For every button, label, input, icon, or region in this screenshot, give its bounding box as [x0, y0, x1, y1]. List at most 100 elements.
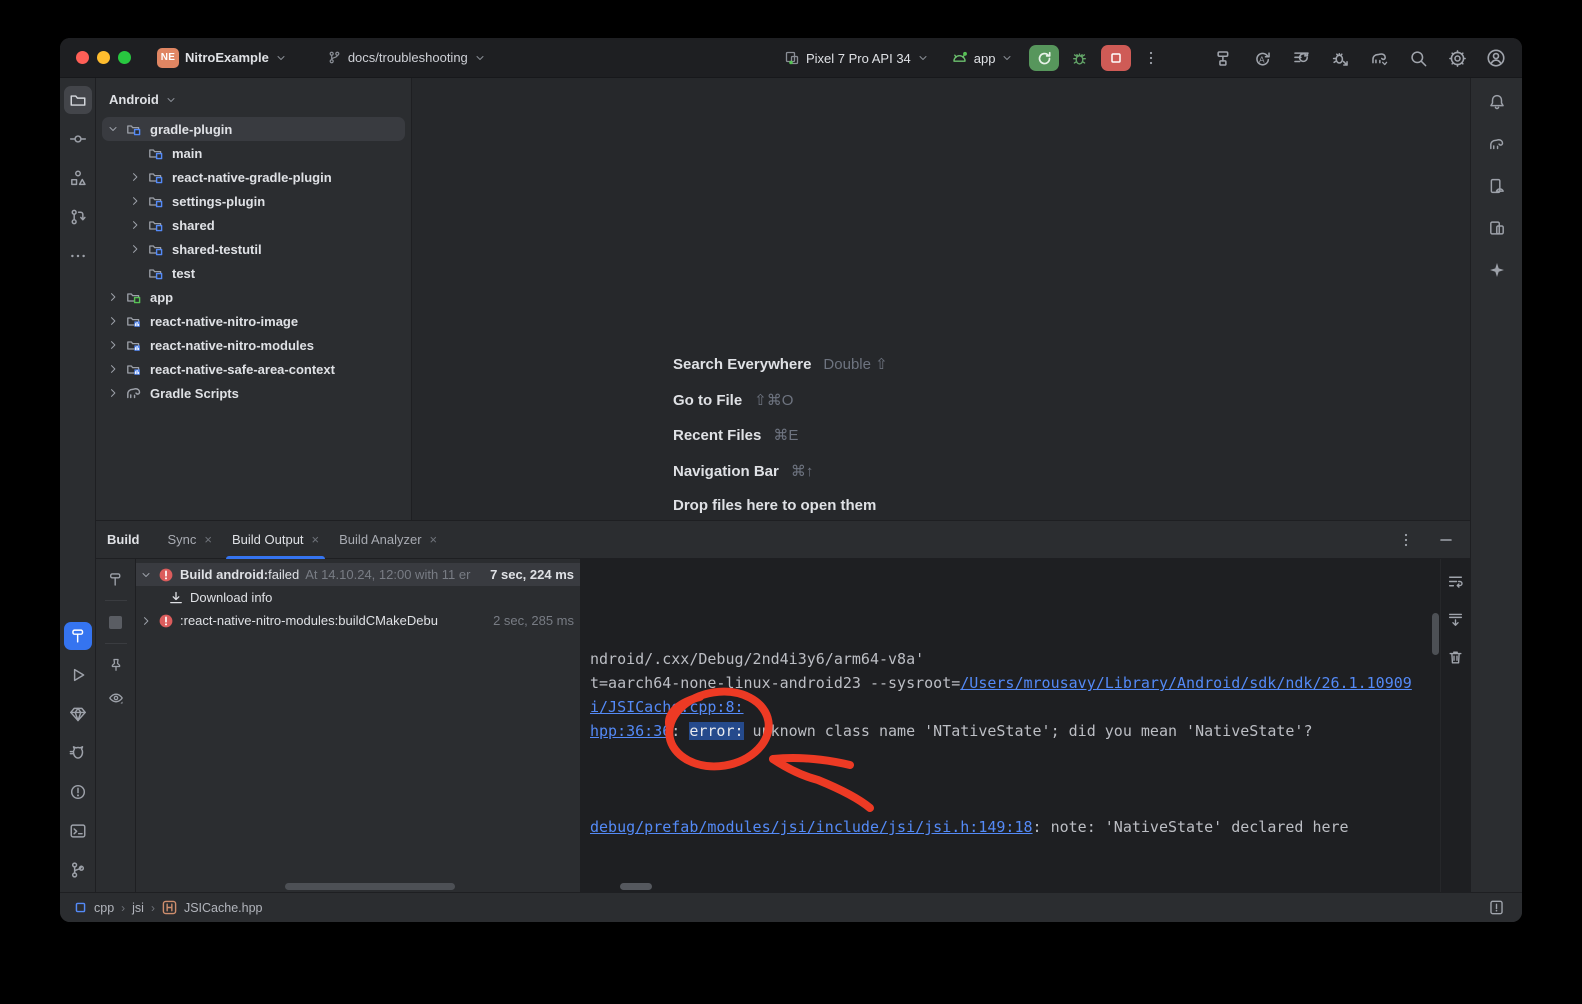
chevron-right-icon[interactable] [102, 387, 124, 399]
clear-all-icon[interactable] [1444, 645, 1468, 669]
tree-horizontal-scrollbar[interactable] [285, 883, 455, 890]
module-folder-icon [146, 241, 166, 257]
android-icon [951, 50, 968, 67]
search-icon[interactable] [1406, 46, 1430, 70]
close-tab-icon[interactable]: × [430, 532, 438, 547]
notifications-bell-icon[interactable] [1483, 88, 1511, 116]
tab-build-output[interactable]: Build Output× [222, 521, 329, 559]
tree-item-main[interactable]: main [102, 141, 405, 165]
commit-icon[interactable] [64, 125, 92, 153]
tree-item-react-native-nitro-image[interactable]: react-native-nitro-image [102, 309, 405, 333]
close-tab-icon[interactable]: × [204, 532, 212, 547]
gradle-sync-icon[interactable] [1367, 46, 1391, 70]
tree-item-app[interactable]: app [102, 285, 405, 309]
tree-item-shared[interactable]: shared [102, 213, 405, 237]
tree-item-react-native-gradle-plugin[interactable]: react-native-gradle-plugin [102, 165, 405, 189]
chevron-right-icon[interactable] [102, 291, 124, 303]
settings-icon[interactable] [1445, 46, 1469, 70]
logcat-icon[interactable] [64, 739, 92, 767]
branch-widget[interactable]: docs/troubleshooting [327, 50, 486, 65]
tab-sync[interactable]: Sync× [158, 521, 223, 559]
tree-item-react-native-safe-area-context[interactable]: react-native-safe-area-context [102, 357, 405, 381]
terminal-icon[interactable] [64, 817, 92, 845]
run-config-selector[interactable]: app [951, 50, 1014, 67]
console-link[interactable]: debug/prefab/modules/jsi/include/jsi/jsi… [590, 818, 1033, 836]
console-link[interactable]: hpp:36:36 [590, 722, 671, 740]
pin-icon[interactable] [104, 653, 128, 677]
minimize-window-button[interactable] [97, 51, 110, 64]
close-tab-icon[interactable]: × [312, 532, 320, 547]
module-folder-icon [124, 121, 144, 137]
chevron-down-icon[interactable] [102, 123, 124, 135]
account-icon[interactable] [1484, 46, 1508, 70]
chevron-down-icon[interactable] [136, 569, 156, 581]
stop-app-button[interactable] [1101, 45, 1131, 71]
debug-app-button[interactable] [1067, 46, 1091, 70]
build-tree-row[interactable]: Build android: failedAt 14.10.24, 12:00 … [136, 563, 580, 586]
tree-item-settings-plugin[interactable]: settings-plugin [102, 189, 405, 213]
chevron-down-icon [474, 52, 486, 64]
problems-icon[interactable] [64, 778, 92, 806]
running-devices-icon[interactable] [1483, 214, 1511, 242]
chevron-right-icon[interactable] [102, 339, 124, 351]
scroll-to-end-icon[interactable] [1444, 607, 1468, 631]
module-folder-icon [146, 193, 166, 209]
device-selector[interactable]: Pixel 7 Pro API 34 [784, 50, 929, 66]
gradle-icon[interactable] [1483, 130, 1511, 158]
project-view-selector[interactable]: Android [96, 88, 411, 117]
more-options-icon[interactable] [1394, 528, 1418, 552]
project-widget[interactable]: NE NitroExample [157, 48, 287, 68]
breadcrumb-item[interactable]: JSICache.hpp [184, 901, 263, 915]
pull-requests-icon[interactable] [64, 203, 92, 231]
zoom-window-button[interactable] [118, 51, 131, 64]
chevron-right-icon[interactable] [124, 171, 146, 183]
tree-item-gradle-plugin[interactable]: gradle-plugin [102, 117, 405, 141]
rerun-app-button[interactable] [1029, 45, 1059, 71]
build-icon[interactable] [64, 622, 92, 650]
apply-changes-icon[interactable]: A [1250, 46, 1274, 70]
tree-item-test[interactable]: test [102, 261, 405, 285]
project-folder-icon[interactable] [64, 86, 92, 114]
build-tree-row[interactable]: :react-native-nitro-modules:buildCMakeDe… [136, 609, 580, 632]
run-icon[interactable] [64, 661, 92, 689]
hint-action: Go to File [673, 392, 742, 409]
attach-debugger-icon[interactable] [1328, 46, 1352, 70]
tree-item-Gradle Scripts[interactable]: Gradle Scripts [102, 381, 405, 405]
chevron-right-icon[interactable] [102, 363, 124, 375]
console-link[interactable]: i/JSICache.cpp:8: [590, 698, 744, 716]
restart-list-icon[interactable] [1289, 46, 1313, 70]
console-line: t=aarch64-none-linux-android23 --sysroot… [590, 671, 1430, 695]
hide-icon[interactable] [1434, 528, 1458, 552]
close-window-button[interactable] [76, 51, 89, 64]
breadcrumb-item[interactable]: jsi [132, 901, 144, 915]
breadcrumb-item[interactable]: cpp [94, 901, 114, 915]
structure-icon[interactable] [64, 164, 92, 192]
build-row-meta: At 14.10.24, 12:00 with 11 er [305, 567, 490, 582]
console-text: : note: 'NativeState' declared here [1033, 818, 1349, 836]
view-options-icon[interactable] [104, 686, 128, 710]
build-hammer-icon[interactable] [1211, 46, 1235, 70]
chevron-right-icon[interactable] [136, 615, 156, 627]
book-icon[interactable] [1484, 896, 1508, 920]
rerun-build-icon[interactable] [104, 567, 128, 591]
more-tools-icon[interactable] [64, 242, 92, 270]
console-horizontal-scrollbar[interactable] [620, 883, 652, 890]
chevron-right-icon[interactable] [124, 195, 146, 207]
tree-item-react-native-nitro-modules[interactable]: react-native-nitro-modules [102, 333, 405, 357]
build-tree-row[interactable]: Download info [136, 586, 580, 609]
gem-icon[interactable] [64, 700, 92, 728]
console-link[interactable]: /Users/mrousavy/Library/Android/sdk/ndk/… [960, 674, 1412, 692]
tree-item-shared-testutil[interactable]: shared-testutil [102, 237, 405, 261]
console-line: debug/prefab/modules/jsi/include/jsi/jsi… [590, 815, 1430, 839]
soft-wrap-icon[interactable] [1444, 569, 1468, 593]
device-manager-icon[interactable] [1483, 172, 1511, 200]
gemini-sparkle-icon[interactable] [1483, 256, 1511, 284]
console-vertical-scrollbar[interactable] [1432, 613, 1439, 655]
version-control-icon[interactable] [64, 856, 92, 884]
chevron-right-icon[interactable] [102, 315, 124, 327]
tab-build-analyzer[interactable]: Build Analyzer× [329, 521, 447, 559]
branch-name: docs/troubleshooting [348, 50, 468, 65]
chevron-right-icon[interactable] [124, 243, 146, 255]
chevron-right-icon[interactable] [124, 219, 146, 231]
more-run-options-icon[interactable] [1139, 46, 1163, 70]
